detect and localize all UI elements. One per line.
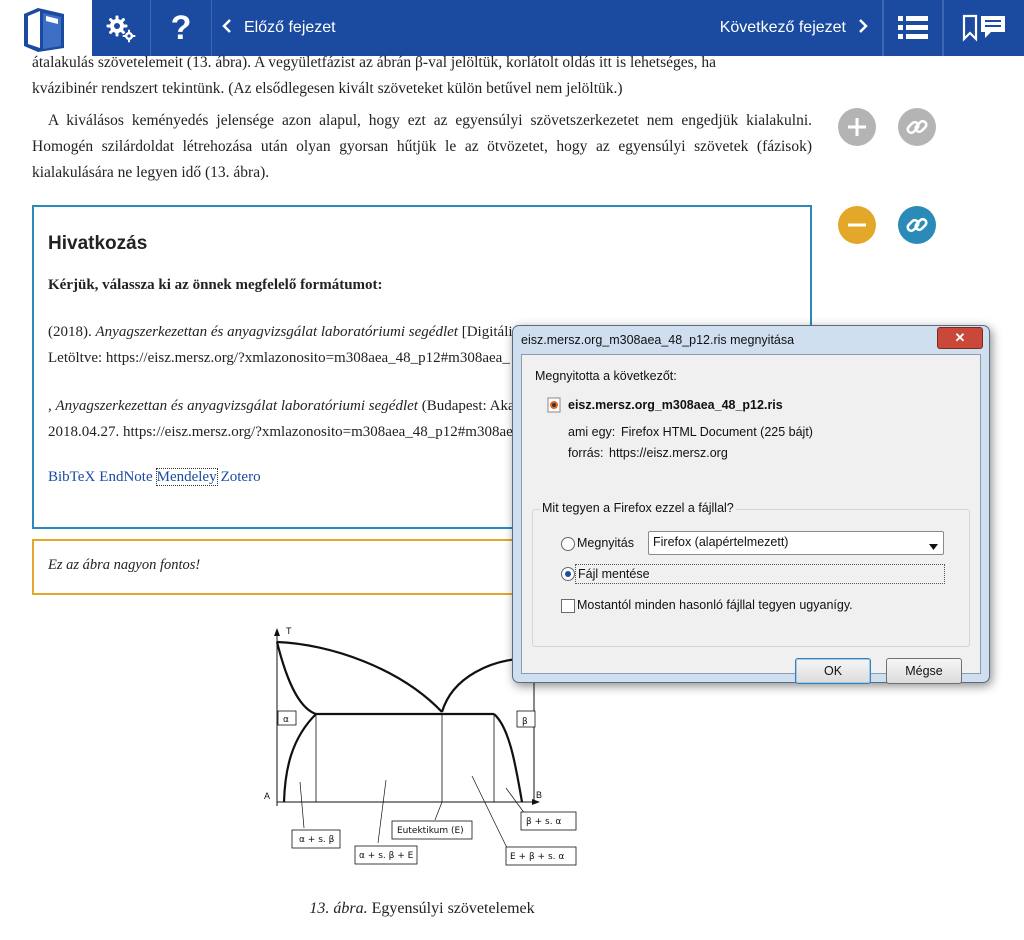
citation-book-title: Anyagszerkezettan és anyagvizsgálat labo… <box>95 324 458 340</box>
axis-t-label: T <box>286 626 292 636</box>
axis-a-label: A <box>264 791 270 801</box>
citation-prefix: , <box>48 398 56 414</box>
chevron-left-icon <box>222 18 232 39</box>
table-of-contents-icon[interactable] <box>883 0 943 56</box>
link-icon[interactable] <box>898 108 936 146</box>
dialog-title: eisz.mersz.org_m308aea_48_p12.ris megnyi… <box>521 333 795 347</box>
file-source-value: https://eisz.mersz.org <box>609 446 728 460</box>
open-with-label[interactable]: Megnyitás <box>577 536 634 550</box>
file-type-key: ami egy: <box>568 425 616 439</box>
open-with-radio[interactable] <box>561 537 575 551</box>
mendeley-link[interactable]: Mendeley <box>155 468 218 486</box>
citation-rest: (Budapest: Aka <box>417 398 515 414</box>
label-alpha: α <box>283 715 289 725</box>
dropdown-arrow-icon <box>929 539 938 553</box>
label-beta: β <box>522 717 528 727</box>
paragraph-line: átalakulás szövetelemeit (13. ábra). A v… <box>32 54 717 71</box>
paragraph-intro: átalakulás szövetelemeit (13. ábra). A v… <box>32 50 812 102</box>
citation-url-1: Letöltve: https://eisz.mersz.org/?xmlazo… <box>48 350 510 366</box>
citation-entry-1: (2018). Anyagszerkezettan és anyagvizsgá… <box>48 324 513 341</box>
paragraph-line: kvázibinér rendszert tekintünk. (Az első… <box>32 80 623 97</box>
action-question: Mit tegyen a Firefox ezzel a fájllal? <box>540 501 736 515</box>
label-e-beta-s-alpha: E + β + s. α <box>510 852 564 862</box>
citation-year: (2018). <box>48 324 96 340</box>
ok-button[interactable]: OK <box>795 658 871 684</box>
file-type-icon <box>547 397 561 416</box>
previous-chapter-button[interactable]: Előző fejezet <box>212 0 422 56</box>
top-navigation-bar: ? Előző fejezet Következő fejezet <box>0 0 1024 56</box>
opened-label: Megnyitotta a következőt: <box>535 369 677 383</box>
expand-plus-icon[interactable] <box>838 108 876 146</box>
figure-number: 13. ábra. <box>309 900 368 917</box>
figure-caption-text: Egyensúlyi szövetelemek <box>367 900 535 917</box>
label-alpha-s-beta-e: α + s. β + E <box>359 851 414 861</box>
save-file-label[interactable]: Fájl mentése <box>575 564 945 584</box>
application-select-value: Firefox (alapértelmezett) <box>653 535 789 549</box>
open-file-dialog: eisz.mersz.org_m308aea_48_p12.ris megnyi… <box>512 325 990 684</box>
file-type-value: Firefox HTML Document (225 bájt) <box>621 425 813 439</box>
citation-format-links: BibTeX EndNote Mendeley Zotero <box>48 468 265 486</box>
save-file-radio[interactable] <box>561 567 575 581</box>
label-alpha-s-beta: α + s. β <box>299 835 335 845</box>
remember-choice-label[interactable]: Mostantól minden hasonló fájllal tegyen … <box>577 598 853 612</box>
bibtex-link[interactable]: BibTeX <box>48 469 95 485</box>
next-chapter-label: Következő fejezet <box>719 19 846 36</box>
note-text: Ez az ábra nagyon fontos! <box>48 557 201 573</box>
axis-b-label: B <box>536 790 542 800</box>
book-logo-icon[interactable] <box>0 0 92 56</box>
citation-book-title: Anyagszerkezettan és anyagvizsgálat labo… <box>55 398 418 414</box>
figure-caption: 13. ábra. Egyensúlyi szövetelemek <box>0 900 844 918</box>
citation-link-icon[interactable] <box>898 206 936 244</box>
citation-format-prompt: Kérjük, válassza ki az önnek megfelelő f… <box>48 277 383 293</box>
bookmark-notes-icon[interactable] <box>943 0 1024 56</box>
remember-choice-checkbox[interactable] <box>561 599 575 613</box>
cancel-button[interactable]: Mégse <box>886 658 962 684</box>
citation-entry-2: , Anyagszerkezettan és anyagvizsgálat la… <box>48 398 515 415</box>
application-select[interactable]: Firefox (alapértelmezett) <box>648 531 944 555</box>
next-chapter-button[interactable]: Következő fejezet <box>717 0 883 56</box>
dialog-body: Megnyitotta a következőt: eisz.mersz.org… <box>521 354 981 684</box>
settings-gear-icon[interactable] <box>92 0 151 56</box>
chevron-right-icon <box>858 18 868 39</box>
help-button[interactable]: ? <box>151 0 212 56</box>
label-beta-s-alpha: β + s. α <box>526 817 561 827</box>
paragraph-precipitation: A kiválásos keményedés jelensége azon al… <box>32 112 812 181</box>
citation-title: Hivatkozás <box>48 233 148 254</box>
zotero-link[interactable]: Zotero <box>221 469 261 485</box>
collapse-minus-icon[interactable] <box>838 206 876 244</box>
endnote-link[interactable]: EndNote <box>99 469 152 485</box>
label-eutectic: Eutektikum (E) <box>397 826 464 836</box>
file-name: eisz.mersz.org_m308aea_48_p12.ris <box>568 398 783 412</box>
citation-url-2: 2018.04.27. https://eisz.mersz.org/?xmla… <box>48 424 520 440</box>
dialog-close-button[interactable]: ✕ <box>937 327 983 349</box>
file-source-key: forrás: <box>568 446 604 460</box>
citation-rest: [Digitáli <box>457 324 513 340</box>
previous-chapter-label: Előző fejezet <box>244 19 336 36</box>
